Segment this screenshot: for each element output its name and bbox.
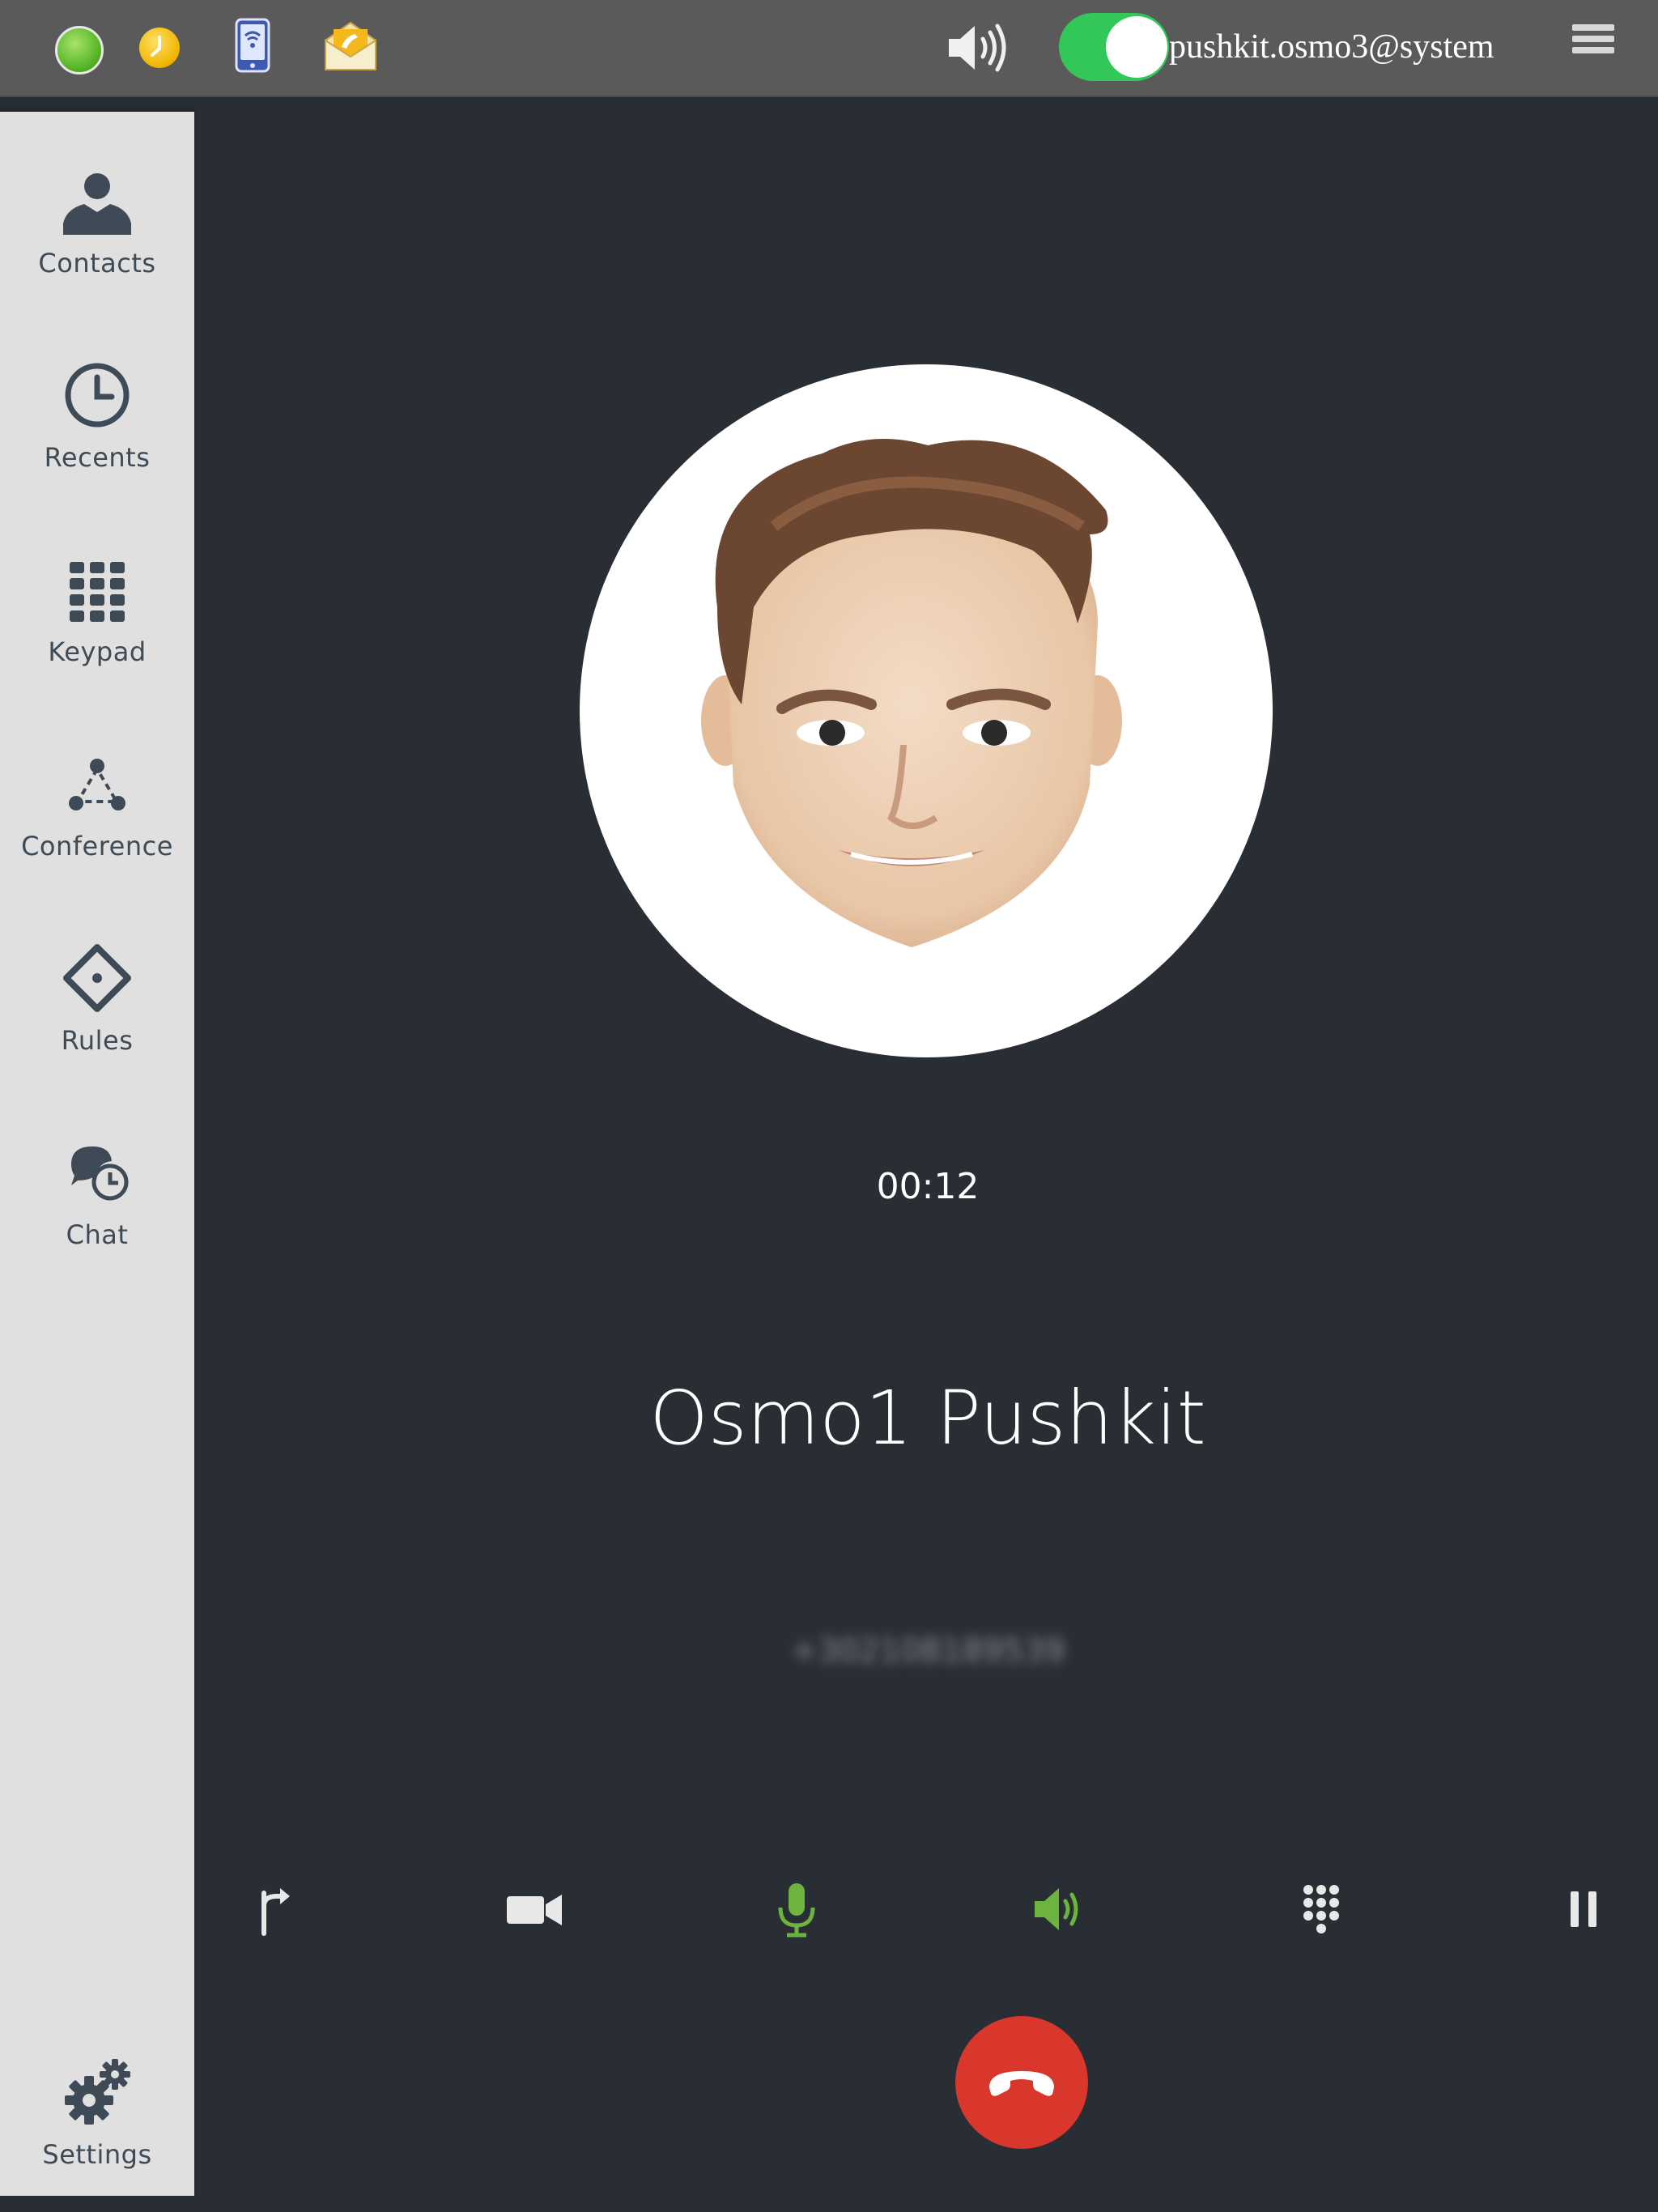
phone-hangup-icon — [989, 2071, 1054, 2096]
caller-avatar — [580, 364, 1273, 1057]
sidebar-item-label: Contacts — [38, 248, 156, 279]
top-bar: pushkit.osmo3@system — [0, 0, 1658, 97]
mail-app-icon[interactable] — [322, 19, 379, 73]
call-timer: 00:12 — [876, 1166, 980, 1207]
conference-triangle-icon — [69, 759, 125, 810]
sidebar-item-label: Conference — [21, 831, 173, 861]
account-label: pushkit.osmo3@system — [1169, 28, 1494, 66]
transfer-icon[interactable] — [240, 1877, 304, 1942]
speaker-active-icon[interactable] — [1027, 1877, 1091, 1942]
sidebar-item-label: Recents — [44, 442, 151, 473]
hangup-button[interactable] — [955, 2016, 1088, 2149]
caller-number: +302108189539 — [790, 1632, 1065, 1670]
sidebar-item-contacts[interactable]: Contacts — [0, 164, 194, 279]
clock-icon — [65, 363, 130, 428]
sidebar-item-keypad[interactable]: Keypad — [0, 552, 194, 667]
sidebar-item-label: Chat — [66, 1219, 129, 1250]
toggle-knob — [1106, 16, 1167, 78]
keypad-grid-icon — [70, 562, 125, 622]
registration-toggle[interactable] — [1059, 13, 1169, 81]
caller-name: Osmo1 Pushkit — [649, 1375, 1206, 1461]
online-status-icon[interactable] — [55, 26, 104, 74]
dialpad-icon[interactable] — [1289, 1877, 1354, 1942]
sidebar-item-recents[interactable]: Recents — [0, 358, 194, 473]
video-camera-icon[interactable] — [502, 1877, 567, 1942]
memoji-avatar-image — [701, 439, 1122, 947]
phone-app-icon[interactable] — [235, 18, 270, 73]
sidebar-item-label: Keypad — [48, 636, 147, 667]
hamburger-menu-icon[interactable] — [1572, 24, 1614, 65]
sidebar-item-rules[interactable]: Rules — [0, 941, 194, 1056]
sidebar-item-label: Rules — [61, 1025, 134, 1056]
pause-icon[interactable] — [1551, 1877, 1616, 1942]
microphone-icon[interactable] — [764, 1877, 829, 1942]
gears-icon — [65, 2059, 130, 2125]
away-status-icon[interactable] — [139, 28, 180, 68]
rules-diamond-icon — [63, 944, 131, 1012]
person-icon — [63, 173, 131, 235]
sidebar-item-settings[interactable]: Settings — [0, 2055, 194, 2170]
sidebar-item-conference[interactable]: Conference — [0, 747, 194, 861]
speaker-volume-icon[interactable] — [946, 21, 1010, 74]
sidebar: Contacts Recents Keypad Conference Rules… — [0, 112, 194, 2196]
sidebar-item-label: Settings — [42, 2139, 152, 2170]
